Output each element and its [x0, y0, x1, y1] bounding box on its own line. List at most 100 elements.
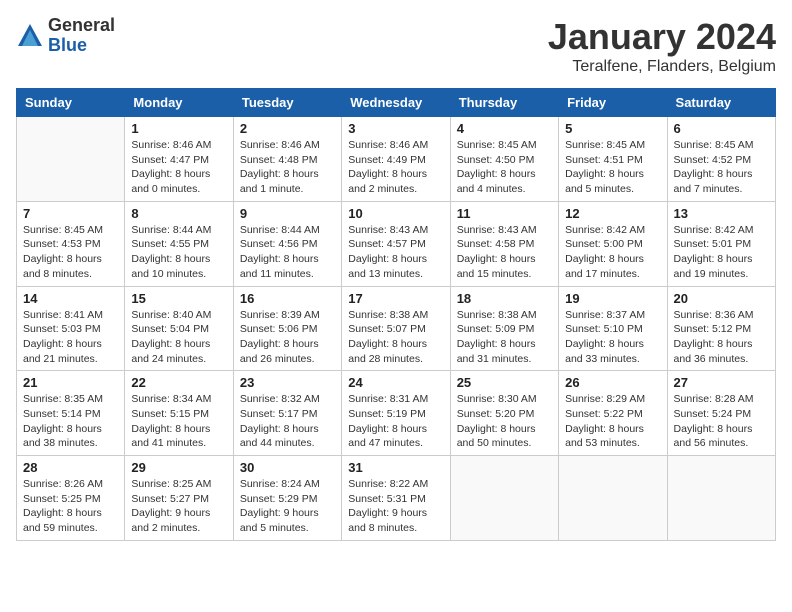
day-number: 9	[240, 206, 335, 221]
calendar-cell: 11Sunrise: 8:43 AMSunset: 4:58 PMDayligh…	[450, 201, 558, 286]
daylight: Daylight: 8 hours and 50 minutes.	[457, 422, 552, 451]
daylight: Daylight: 8 hours and 11 minutes.	[240, 252, 335, 281]
page-header: General Blue January 2024 Teralfene, Fla…	[16, 16, 776, 76]
calendar-header: SundayMondayTuesdayWednesdayThursdayFrid…	[17, 89, 776, 117]
day-number: 3	[348, 121, 443, 136]
day-info: Sunrise: 8:36 AMSunset: 5:12 PMDaylight:…	[674, 308, 769, 367]
calendar-cell: 5Sunrise: 8:45 AMSunset: 4:51 PMDaylight…	[559, 117, 667, 202]
sunset: Sunset: 5:00 PM	[565, 237, 660, 252]
day-info: Sunrise: 8:43 AMSunset: 4:58 PMDaylight:…	[457, 223, 552, 282]
day-info: Sunrise: 8:35 AMSunset: 5:14 PMDaylight:…	[23, 392, 118, 451]
sunset: Sunset: 4:51 PM	[565, 153, 660, 168]
sunrise: Sunrise: 8:42 AM	[565, 223, 660, 238]
logo-text: General Blue	[48, 16, 115, 56]
sunrise: Sunrise: 8:44 AM	[240, 223, 335, 238]
sunrise: Sunrise: 8:30 AM	[457, 392, 552, 407]
calendar-cell	[667, 456, 775, 541]
sunrise: Sunrise: 8:38 AM	[457, 308, 552, 323]
day-info: Sunrise: 8:45 AMSunset: 4:53 PMDaylight:…	[23, 223, 118, 282]
daylight: Daylight: 8 hours and 47 minutes.	[348, 422, 443, 451]
day-number: 28	[23, 460, 118, 475]
daylight: Daylight: 8 hours and 53 minutes.	[565, 422, 660, 451]
calendar-cell: 21 Sunrise: 8:35 AMSunset: 5:14 PMDayligh…	[17, 371, 125, 456]
day-info: Sunrise: 8:29 AMSunset: 5:22 PMDaylight:…	[565, 392, 660, 451]
sunrise: Sunrise: 8:44 AM	[131, 223, 226, 238]
title-block: January 2024 Teralfene, Flanders, Belgiu…	[548, 16, 776, 76]
day-number: 21	[23, 375, 118, 390]
daylight: Daylight: 8 hours and 21 minutes.	[23, 337, 118, 366]
sunrise: Sunrise: 8:43 AM	[348, 223, 443, 238]
sunrise: Sunrise: 8:29 AM	[565, 392, 660, 407]
day-number: 8	[131, 206, 226, 221]
sunrise: Sunrise: 8:40 AM	[131, 308, 226, 323]
daylight: Daylight: 9 hours and 8 minutes.	[348, 506, 443, 535]
day-number: 23	[240, 375, 335, 390]
daylight: Daylight: 8 hours and 28 minutes.	[348, 337, 443, 366]
day-number: 12	[565, 206, 660, 221]
calendar-cell: 29Sunrise: 8:25 AMSunset: 5:27 PMDayligh…	[125, 456, 233, 541]
daylight: Daylight: 8 hours and 0 minutes.	[131, 167, 226, 196]
calendar-cell: 15Sunrise: 8:40 AMSunset: 5:04 PMDayligh…	[125, 286, 233, 371]
sunset: Sunset: 4:57 PM	[348, 237, 443, 252]
sunrise: Sunrise: 8:37 AM	[565, 308, 660, 323]
calendar: SundayMondayTuesdayWednesdayThursdayFrid…	[16, 88, 776, 541]
sunrise: Sunrise: 8:45 AM	[23, 223, 118, 238]
day-number: 24	[348, 375, 443, 390]
sunrise: Sunrise: 8:45 AM	[457, 138, 552, 153]
calendar-cell: 31Sunrise: 8:22 AMSunset: 5:31 PMDayligh…	[342, 456, 450, 541]
daylight: Daylight: 8 hours and 36 minutes.	[674, 337, 769, 366]
sunset: Sunset: 5:27 PM	[131, 492, 226, 507]
day-info: Sunrise: 8:45 AMSunset: 4:51 PMDaylight:…	[565, 138, 660, 197]
calendar-cell	[17, 117, 125, 202]
calendar-cell: 17Sunrise: 8:38 AMSunset: 5:07 PMDayligh…	[342, 286, 450, 371]
day-number: 20	[674, 291, 769, 306]
week-row-2: 14Sunrise: 8:41 AMSunset: 5:03 PMDayligh…	[17, 286, 776, 371]
day-number: 2	[240, 121, 335, 136]
sunrise: Sunrise: 8:34 AM	[131, 392, 226, 407]
sunrise: Sunrise: 8:28 AM	[674, 392, 769, 407]
day-info: Sunrise: 8:41 AMSunset: 5:03 PMDaylight:…	[23, 308, 118, 367]
sunset: Sunset: 4:55 PM	[131, 237, 226, 252]
sunset: Sunset: 4:53 PM	[23, 237, 118, 252]
daylight: Daylight: 8 hours and 26 minutes.	[240, 337, 335, 366]
calendar-cell: 16Sunrise: 8:39 AMSunset: 5:06 PMDayligh…	[233, 286, 341, 371]
sunset: Sunset: 5:20 PM	[457, 407, 552, 422]
sunset: Sunset: 5:10 PM	[565, 322, 660, 337]
daylight: Daylight: 8 hours and 2 minutes.	[348, 167, 443, 196]
daylight: Daylight: 8 hours and 19 minutes.	[674, 252, 769, 281]
calendar-cell: 2 Sunrise: 8:46 AMSunset: 4:48 PMDaylight…	[233, 117, 341, 202]
daylight: Daylight: 8 hours and 15 minutes.	[457, 252, 552, 281]
calendar-cell: 30Sunrise: 8:24 AMSunset: 5:29 PMDayligh…	[233, 456, 341, 541]
calendar-cell: 20 Sunrise: 8:36 AMSunset: 5:12 PMDayligh…	[667, 286, 775, 371]
calendar-cell: 3 Sunrise: 8:46 AMSunset: 4:49 PMDaylight…	[342, 117, 450, 202]
day-info: Sunrise: 8:45 AMSunset: 4:52 PMDaylight:…	[674, 138, 769, 197]
sunset: Sunset: 5:31 PM	[348, 492, 443, 507]
day-header-friday: Friday	[559, 89, 667, 117]
day-info: Sunrise: 8:42 AMSunset: 5:01 PMDaylight:…	[674, 223, 769, 282]
day-info: Sunrise: 8:44 AMSunset: 4:55 PMDaylight:…	[131, 223, 226, 282]
day-info: Sunrise: 8:43 AMSunset: 4:57 PMDaylight:…	[348, 223, 443, 282]
calendar-cell	[559, 456, 667, 541]
sunset: Sunset: 5:25 PM	[23, 492, 118, 507]
daylight: Daylight: 8 hours and 5 minutes.	[565, 167, 660, 196]
logo-blue: Blue	[48, 36, 115, 56]
sunset: Sunset: 5:03 PM	[23, 322, 118, 337]
day-info: Sunrise: 8:32 AMSunset: 5:17 PMDaylight:…	[240, 392, 335, 451]
calendar-cell: 14Sunrise: 8:41 AMSunset: 5:03 PMDayligh…	[17, 286, 125, 371]
day-info: Sunrise: 8:45 AMSunset: 4:50 PMDaylight:…	[457, 138, 552, 197]
day-info: Sunrise: 8:46 AMSunset: 4:48 PMDaylight:…	[240, 138, 335, 197]
calendar-cell: 25Sunrise: 8:30 AMSunset: 5:20 PMDayligh…	[450, 371, 558, 456]
location: Teralfene, Flanders, Belgium	[548, 58, 776, 76]
calendar-cell: 1Sunrise: 8:46 AMSunset: 4:47 PMDaylight…	[125, 117, 233, 202]
calendar-body: 1Sunrise: 8:46 AMSunset: 4:47 PMDaylight…	[17, 117, 776, 541]
month-title: January 2024	[548, 16, 776, 58]
sunset: Sunset: 5:12 PM	[674, 322, 769, 337]
sunset: Sunset: 5:07 PM	[348, 322, 443, 337]
day-info: Sunrise: 8:30 AMSunset: 5:20 PMDaylight:…	[457, 392, 552, 451]
sunset: Sunset: 4:48 PM	[240, 153, 335, 168]
day-number: 22	[131, 375, 226, 390]
day-number: 7	[23, 206, 118, 221]
day-info: Sunrise: 8:24 AMSunset: 5:29 PMDaylight:…	[240, 477, 335, 536]
day-info: Sunrise: 8:46 AMSunset: 4:49 PMDaylight:…	[348, 138, 443, 197]
day-info: Sunrise: 8:25 AMSunset: 5:27 PMDaylight:…	[131, 477, 226, 536]
